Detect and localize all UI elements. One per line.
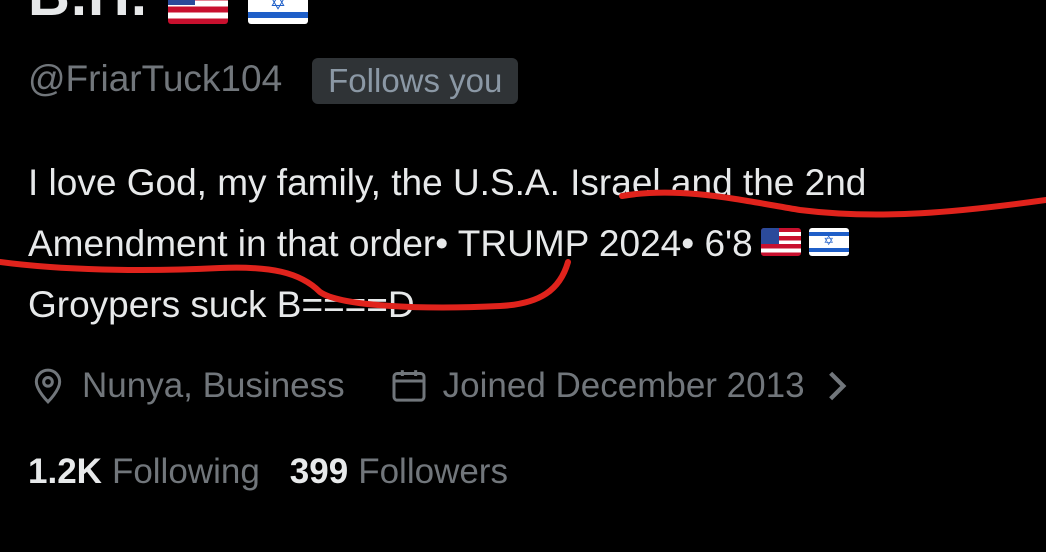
profile-header: B.H. ✡ @FriarTuck104 Follows you I love …	[0, 0, 1046, 552]
profile-meta-row: Nunya, Business Joined December 2013	[28, 360, 851, 412]
user-handle: @FriarTuck104	[28, 58, 283, 99]
flag-us-icon	[168, 0, 228, 24]
handle-row: @FriarTuck104 Follows you	[28, 54, 519, 104]
bio: I love God, my family, the U.S.A. Israel…	[28, 152, 1038, 335]
chevron-right-icon[interactable]	[823, 369, 851, 403]
bio-flag-il-icon: ✡	[808, 228, 849, 257]
calendar-icon	[392, 370, 426, 402]
location-item: Nunya, Business	[28, 366, 345, 406]
bio-line-2-wrap: Amendment in that order• TRUMP 2024• 6'8…	[28, 213, 1038, 274]
follow-stats-row: 1.2K Following 399 Followers	[28, 446, 508, 498]
display-name: B.H.	[28, 0, 148, 28]
flag-il-icon: ✡	[248, 0, 308, 24]
location-text: Nunya, Business	[82, 366, 345, 405]
joined-text: Joined December 2013	[442, 366, 805, 405]
display-name-row: B.H. ✡	[28, 0, 308, 28]
followers-stat[interactable]: 399 Followers	[290, 452, 508, 492]
following-stat[interactable]: 1.2K Following	[28, 452, 260, 492]
following-count: 1.2K	[28, 452, 102, 491]
bio-line-2: Amendment in that order• TRUMP 2024• 6'8	[28, 223, 753, 264]
map-pin-icon	[34, 368, 62, 404]
followers-label: Followers	[358, 452, 508, 491]
bio-flag-us-icon	[760, 228, 801, 257]
bio-line-3: Groypers suck B====D	[28, 284, 415, 325]
followers-count: 399	[289, 452, 349, 491]
bio-line-1: I love God, my family, the U.S.A. Israel…	[28, 162, 867, 203]
following-label: Following	[111, 452, 260, 491]
follows-you-badge: Follows you	[312, 58, 519, 104]
joined-item[interactable]: Joined December 2013	[389, 366, 851, 406]
